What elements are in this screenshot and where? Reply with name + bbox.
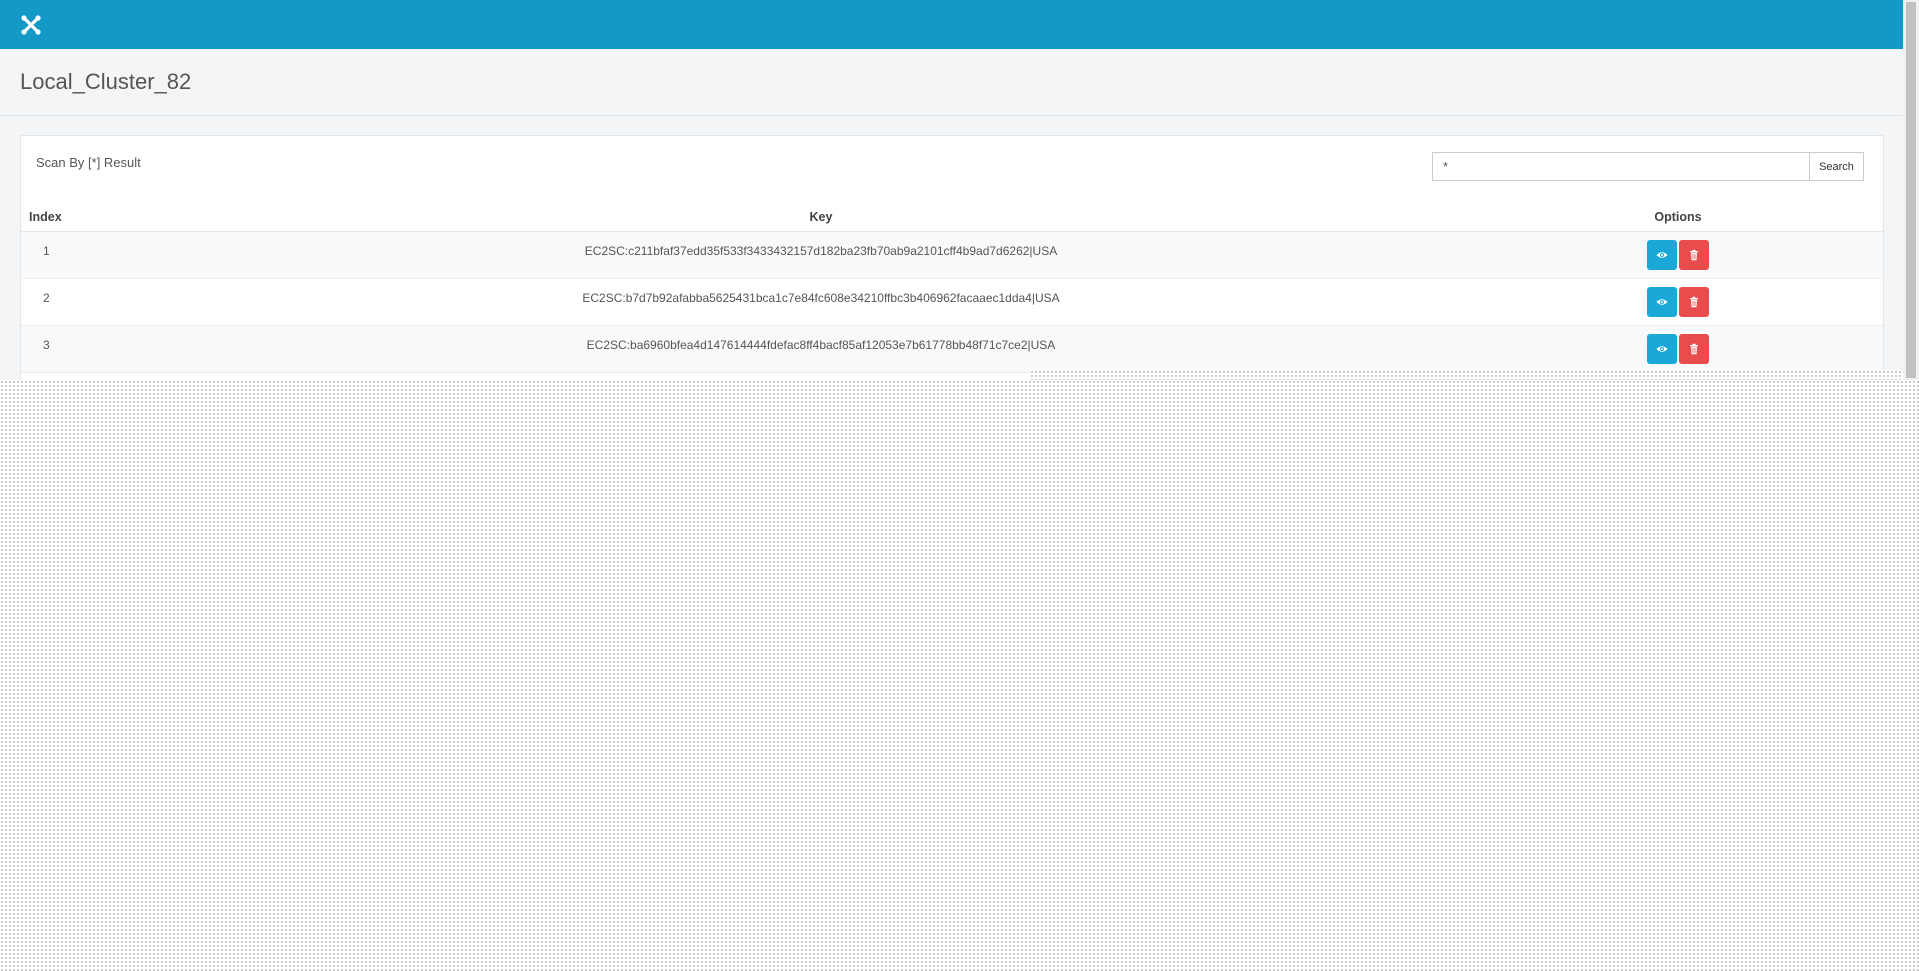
- row-index: 1: [43, 244, 50, 258]
- search-group: Search: [1432, 152, 1864, 181]
- eye-icon: [1656, 346, 1668, 352]
- eye-icon: [1656, 252, 1668, 258]
- view-button[interactable]: [1647, 287, 1677, 317]
- column-header-options: Options: [1473, 202, 1883, 232]
- row-index-cell: 2: [21, 278, 169, 326]
- table-row: 1 EC2SC:c211bfaf37edd35f533f3433432157d1…: [21, 231, 1883, 279]
- vertical-scrollbar[interactable]: [1903, 0, 1919, 380]
- page-title: Local_Cluster_82: [20, 69, 192, 94]
- trash-icon: [1690, 343, 1698, 355]
- row-options-cell: [1473, 231, 1883, 279]
- row-index: 2: [43, 291, 50, 305]
- table-row: 3 EC2SC:ba6960bfea4d147614444fdefac8ff4b…: [21, 325, 1883, 373]
- column-header-key: Key: [169, 202, 1473, 232]
- top-navbar: [0, 0, 1903, 49]
- column-header-index: Index: [21, 202, 169, 232]
- table-row: 2 EC2SC:b7d7b92afabba5625431bca1c7e84fc6…: [21, 278, 1883, 326]
- page-header: Local_Cluster_82: [0, 49, 1903, 116]
- search-input[interactable]: [1432, 152, 1810, 181]
- joomla-logo-icon[interactable]: [20, 14, 42, 36]
- row-key: EC2SC:c211bfaf37edd35f533f3433432157d182…: [584, 244, 1058, 258]
- delete-button[interactable]: [1679, 240, 1709, 270]
- row-key-cell: EC2SC:b7d7b92afabba5625431bca1c7e84fc608…: [169, 278, 1473, 326]
- panel-title: Scan By [*] Result: [36, 155, 141, 170]
- loading-dither-overlay: [0, 380, 1919, 971]
- row-key-cell: EC2SC:c211bfaf37edd35f533f3433432157d182…: [169, 231, 1473, 279]
- table-header-row: Index Key Options: [21, 202, 1883, 232]
- row-options-cell: [1473, 278, 1883, 326]
- delete-button[interactable]: [1679, 287, 1709, 317]
- row-index-cell: 1: [21, 231, 169, 279]
- delete-button[interactable]: [1679, 334, 1709, 364]
- eye-icon: [1656, 299, 1668, 305]
- search-button[interactable]: Search: [1809, 152, 1864, 181]
- row-options-cell: [1473, 325, 1883, 373]
- view-button[interactable]: [1647, 334, 1677, 364]
- row-key: EC2SC:b7d7b92afabba5625431bca1c7e84fc608…: [582, 291, 1060, 305]
- row-index: 3: [43, 338, 50, 352]
- row-index-cell: 3: [21, 325, 169, 373]
- row-key-cell: EC2SC:ba6960bfea4d147614444fdefac8ff4bac…: [169, 325, 1473, 373]
- row-key: EC2SC:ba6960bfea4d147614444fdefac8ff4bac…: [586, 338, 1056, 352]
- scrollbar-thumb[interactable]: [1906, 2, 1916, 378]
- view-button[interactable]: [1647, 240, 1677, 270]
- trash-icon: [1690, 249, 1698, 261]
- trash-icon: [1690, 296, 1698, 308]
